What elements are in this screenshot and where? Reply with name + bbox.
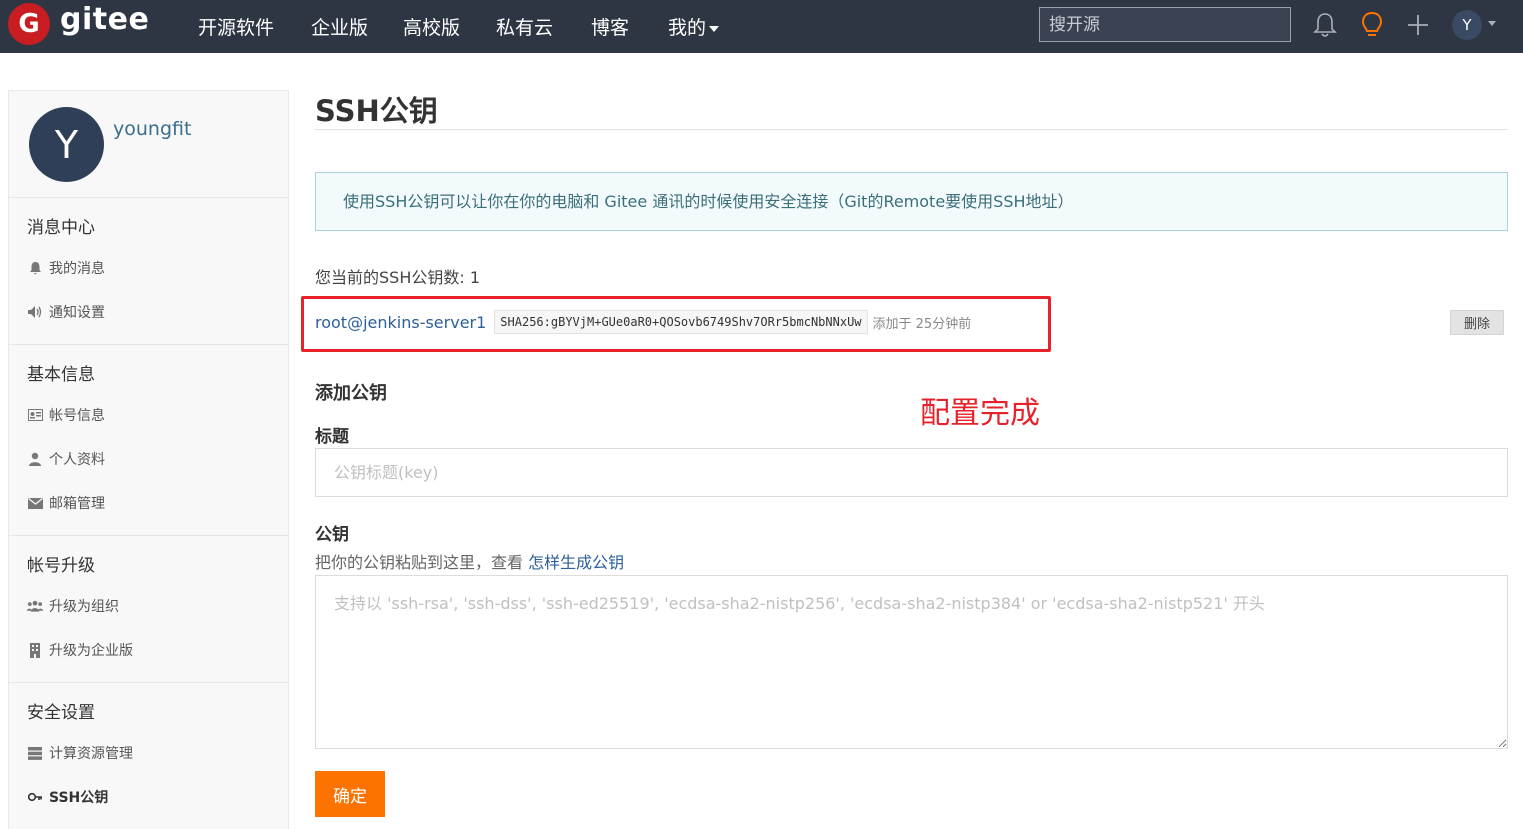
profile-username[interactable]: youngfit xyxy=(113,118,191,140)
bell-icon xyxy=(27,260,43,276)
ssh-key-added-time: 添加于 25分钟前 xyxy=(872,316,972,332)
chevron-down-icon[interactable] xyxy=(1488,21,1496,26)
sidebar-item-label: 升级为企业版 xyxy=(49,643,133,659)
user-avatar[interactable]: Y xyxy=(1452,10,1482,40)
nav-open-source[interactable]: 开源软件 xyxy=(198,13,274,40)
sidebar-item-my-messages[interactable]: 我的消息 xyxy=(9,246,288,290)
ssh-key-count: 您当前的SSH公钥数: 1 xyxy=(315,268,481,287)
sidebar-section-security: 安全设置 计算资源管理 SSH公钥 xyxy=(9,683,288,829)
ssh-key-fingerprint: SHA256:gBYVjM+GUe0aR0+QOSovb6749Shv7ORr5… xyxy=(494,310,868,334)
page-title: SSH公钥 xyxy=(315,94,438,128)
sidebar-section-upgrade: 帐号升级 升级为组织 升级为企业版 xyxy=(9,536,288,683)
server-icon xyxy=(27,745,43,761)
nav-mine[interactable]: 我的 xyxy=(668,13,720,40)
top-navbar: G gitee 开源软件 企业版 高校版 私有云 博客 我的 Y xyxy=(0,0,1523,53)
key-field-label: 公钥 xyxy=(315,525,349,545)
sidebar-item-label: 个人资料 xyxy=(49,452,105,468)
sidebar-item-notification-settings[interactable]: 通知设置 xyxy=(9,290,288,334)
gitee-logo-icon[interactable]: G xyxy=(8,3,50,45)
section-title: 安全设置 xyxy=(27,703,95,723)
building-icon xyxy=(27,642,43,658)
sidebar-item-label: 我的消息 xyxy=(49,261,105,277)
how-to-generate-key-link[interactable]: 怎样生成公钥 xyxy=(528,553,624,572)
profile-avatar[interactable]: Y xyxy=(29,107,104,182)
delete-key-button[interactable]: 删除 xyxy=(1450,310,1504,335)
ssh-key-title[interactable]: root@jenkins-server1 xyxy=(315,313,486,332)
section-title: 帐号升级 xyxy=(27,556,95,576)
submit-button[interactable]: 确定 xyxy=(315,771,385,817)
key-icon xyxy=(27,789,43,805)
nav-mine-label: 我的 xyxy=(668,17,707,39)
lightbulb-icon[interactable] xyxy=(1358,10,1386,40)
nav-enterprise[interactable]: 企业版 xyxy=(311,13,368,40)
notification-bell-icon[interactable] xyxy=(1311,10,1339,40)
section-title: 基本信息 xyxy=(27,365,95,385)
volume-icon xyxy=(27,304,43,320)
sidebar-item-label: 帐号信息 xyxy=(49,408,105,424)
ssh-key-row: root@jenkins-server1 SHA256:gBYVjM+GUe0a… xyxy=(315,306,1508,338)
key-field-hint: 把你的公钥粘贴到这里，查看 怎样生成公钥 xyxy=(315,549,624,573)
sidebar-item-upgrade-enterprise[interactable]: 升级为企业版 xyxy=(9,628,288,672)
sidebar-item-ssh-keys[interactable]: SSH公钥 xyxy=(9,775,288,819)
nav-blog[interactable]: 博客 xyxy=(591,13,629,40)
sidebar-section-basic-info: 基本信息 帐号信息 个人资料 邮箱管理 xyxy=(9,345,288,536)
sidebar-item-account-info[interactable]: 帐号信息 xyxy=(9,393,288,437)
sidebar-section-messages: 消息中心 我的消息 通知设置 xyxy=(9,198,288,345)
user-icon xyxy=(27,451,43,467)
sidebar-item-profile[interactable]: 个人资料 xyxy=(9,437,288,481)
profile-card: Y youngfit xyxy=(9,91,288,198)
title-field-label: 标题 xyxy=(315,427,349,447)
group-icon xyxy=(27,598,43,614)
nav-private-cloud[interactable]: 私有云 xyxy=(496,13,553,40)
sidebar-item-upgrade-org[interactable]: 升级为组织 xyxy=(9,584,288,628)
id-card-icon xyxy=(27,407,43,423)
add-key-heading: 添加公钥 xyxy=(315,383,387,404)
section-title: 消息中心 xyxy=(27,218,95,238)
key-hint-text: 把你的公钥粘贴到这里，查看 xyxy=(315,553,524,572)
chevron-down-icon xyxy=(709,25,720,32)
sidebar-item-label: 邮箱管理 xyxy=(49,496,105,512)
sidebar-item-label: 通知设置 xyxy=(49,305,105,321)
plus-icon[interactable] xyxy=(1404,10,1432,40)
sidebar-item-compute-resources[interactable]: 计算资源管理 xyxy=(9,731,288,775)
annotation-text: 配置完成 xyxy=(920,396,1040,431)
sidebar-item-label: 升级为组织 xyxy=(49,599,119,615)
sidebar-item-email[interactable]: 邮箱管理 xyxy=(9,481,288,525)
sidebar-item-label: 计算资源管理 xyxy=(49,746,133,762)
nav-education[interactable]: 高校版 xyxy=(403,13,460,40)
info-alert: 使用SSH公钥可以让你在你的电脑和 Gitee 通讯的时候使用安全连接（Git的… xyxy=(315,172,1508,231)
gitee-logo-text[interactable]: gitee xyxy=(60,2,149,37)
settings-sidebar: Y youngfit 消息中心 我的消息 通知设置 基本信息 帐号信息 个人资料… xyxy=(8,90,289,829)
sidebar-item-label: SSH公钥 xyxy=(49,790,109,806)
divider xyxy=(315,129,1508,130)
key-title-input[interactable] xyxy=(315,448,1508,497)
envelope-icon xyxy=(27,495,43,511)
search-input[interactable] xyxy=(1039,7,1291,42)
public-key-textarea[interactable] xyxy=(315,575,1508,749)
